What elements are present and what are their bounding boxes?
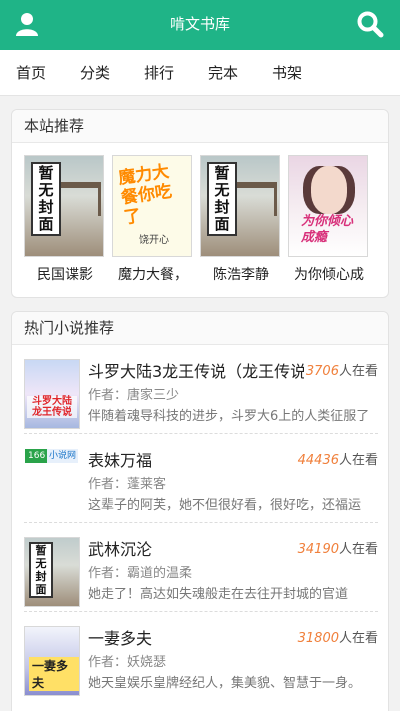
reader-count: 3706人在看 xyxy=(303,360,378,379)
reader-count-suffix: 人在看 xyxy=(338,631,378,646)
book-title[interactable]: 为你倾心成 xyxy=(288,264,370,284)
reader-count: 44436人在看 xyxy=(295,449,378,468)
book-thumbnail[interactable]: 一妻多夫 xyxy=(24,626,80,696)
book-description: 伴随着魂导科技的进步，斗罗大6上的人类征服了 xyxy=(88,409,370,424)
search-icon[interactable] xyxy=(356,10,384,38)
cover-art xyxy=(55,182,101,216)
author-name: 唐家三少 xyxy=(127,388,180,403)
reader-count: 34190人在看 xyxy=(295,538,378,557)
book-thumbnail[interactable]: 166 小说网 xyxy=(24,448,80,518)
list-item[interactable]: 斗罗大陆 龙王传说 斗罗大陆3龙王传说（龙王传说） 3706人在看 作者：唐家三… xyxy=(24,348,378,434)
reader-count-number: 44436 xyxy=(297,453,339,468)
cover-art xyxy=(231,182,277,216)
book-description: 她天皇娱乐皇牌经纪人，集美貌、智慧于一身。 xyxy=(88,676,362,691)
author-name: 蓬莱客 xyxy=(127,477,167,492)
book-cover[interactable]: 为你倾心成瘾 xyxy=(288,155,368,257)
app-title: 啃文书库 xyxy=(169,15,230,33)
book-description: 她走了！高达如失魂般走在去往开封城的官道 xyxy=(88,587,349,602)
book-cover[interactable]: 暂无封面 xyxy=(200,155,280,257)
book-title[interactable]: 一妻多夫 xyxy=(88,625,152,649)
reader-count-suffix: 人在看 xyxy=(338,453,378,468)
recommend-book[interactable]: 魔力大餐你吃了 饶开心 魔力大餐， xyxy=(112,155,194,284)
book-description: 这辈子的阿芙，她不但很好看，很好吃，还福运 xyxy=(88,498,362,513)
recommend-book[interactable]: 暂无封面 陈浩李静 xyxy=(200,155,282,284)
cover-art xyxy=(311,166,347,214)
author-name: 霸道的温柔 xyxy=(127,566,193,581)
cover-placeholder-text: 暂无封面 xyxy=(31,162,61,236)
site-logo-number: 166 xyxy=(25,449,49,463)
recommend-book[interactable]: 为你倾心成瘾 为你倾心成 xyxy=(288,155,370,284)
book-title[interactable]: 民国谍影 xyxy=(24,264,106,284)
book-title[interactable]: 魔力大餐， xyxy=(112,264,194,284)
site-logo-text: 小说网 xyxy=(47,449,79,463)
book-cover[interactable]: 魔力大餐你吃了 饶开心 xyxy=(112,155,192,257)
author-prefix: 作者： xyxy=(88,566,128,581)
tab-home[interactable]: 首页 xyxy=(16,50,46,96)
author-name: 妖娆瑟 xyxy=(127,655,167,670)
tab-category[interactable]: 分类 xyxy=(80,50,110,96)
reader-count-number: 31800 xyxy=(297,631,339,646)
author-prefix: 作者： xyxy=(88,655,128,670)
cover-title-text: 一妻多夫 xyxy=(29,657,79,691)
book-thumbnail[interactable]: 斗罗大陆 龙王传说 xyxy=(24,359,80,429)
book-title[interactable]: 表妹万福 xyxy=(88,447,152,471)
cover-placeholder-text: 暂无封面 xyxy=(207,162,237,236)
reader-count: 31800人在看 xyxy=(295,627,378,646)
reader-count-number: 3706 xyxy=(305,364,339,379)
book-cover[interactable]: 暂无封面 xyxy=(24,155,104,257)
reader-count-suffix: 人在看 xyxy=(338,542,378,557)
recommend-header: 本站推荐 xyxy=(12,110,388,143)
hot-header: 热门小说推荐 xyxy=(12,312,388,345)
reader-count-suffix: 人在看 xyxy=(338,364,378,379)
author-prefix: 作者： xyxy=(88,477,128,492)
book-title[interactable]: 武林沉沦 xyxy=(88,536,152,560)
recommend-card: 本站推荐 暂无封面 民国谍影 魔力大餐你吃了 饶开心 魔力大餐， 暂无封面 陈浩… xyxy=(11,109,389,298)
list-item[interactable]: 一妻多夫 一妻多夫 31800人在看 作者：妖娆瑟 她天皇娱乐皇牌经纪人，集美貌… xyxy=(24,615,378,701)
book-author: 作者：唐家三少 xyxy=(88,384,179,403)
book-title[interactable]: 陈浩李静 xyxy=(200,264,282,284)
book-thumbnail[interactable]: 暂无封面 xyxy=(24,537,80,607)
book-author: 作者：霸道的温柔 xyxy=(88,562,192,581)
app-header: 啃文书库 xyxy=(0,0,400,50)
tab-completed[interactable]: 完本 xyxy=(208,50,238,96)
cover-author-text: 饶开心 xyxy=(139,235,169,246)
reader-count-number: 34190 xyxy=(297,542,339,557)
book-author: 作者：蓬莱客 xyxy=(88,473,166,492)
recommend-book[interactable]: 暂无封面 民国谍影 xyxy=(24,155,106,284)
main-nav: 首页 分类 排行 完本 书架 xyxy=(0,50,400,96)
cover-title-text: 为你倾心成瘾 xyxy=(301,214,354,245)
cover-title-text: 斗罗大陆 龙王传说 xyxy=(27,396,77,418)
book-author: 作者：妖娆瑟 xyxy=(88,651,166,670)
hot-card: 热门小说推荐 斗罗大陆 龙王传说 斗罗大陆3龙王传说（龙王传说） 3706人在看… xyxy=(11,311,389,711)
tab-ranking[interactable]: 排行 xyxy=(144,50,174,96)
cover-title-text: 魔力大餐你吃了 xyxy=(117,161,174,229)
author-prefix: 作者： xyxy=(88,388,128,403)
cover-placeholder-text: 暂无封面 xyxy=(29,542,53,598)
list-item[interactable]: 暂无封面 武林沉沦 34190人在看 作者：霸道的温柔 她走了！高达如失魂般走在… xyxy=(24,526,378,612)
tab-bookshelf[interactable]: 书架 xyxy=(272,50,302,96)
book-title[interactable]: 斗罗大陆3龙王传说（龙王传说） xyxy=(88,358,322,382)
list-item[interactable]: 166 小说网 表妹万福 44436人在看 作者：蓬莱客 这辈子的阿芙，她不但很… xyxy=(24,437,378,523)
